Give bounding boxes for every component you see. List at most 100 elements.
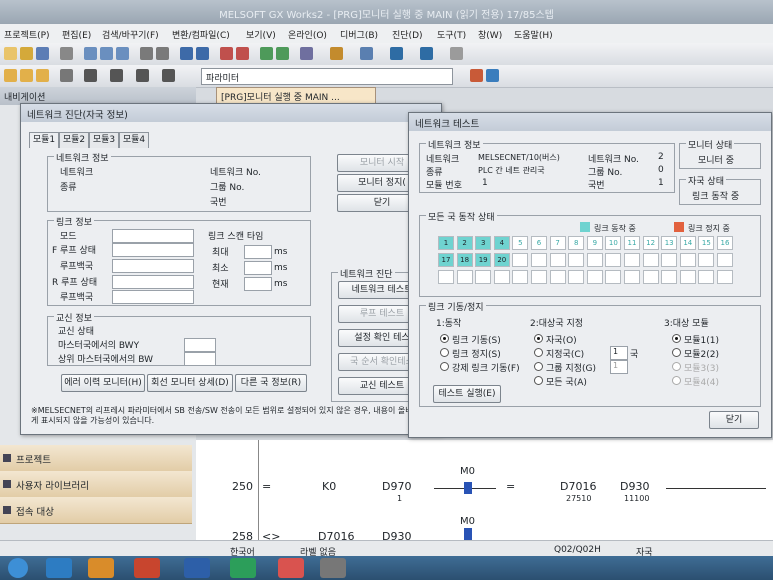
run-icon[interactable] [470, 69, 483, 82]
station-unit: 국 [630, 350, 639, 360]
menu-edit[interactable]: 편집(E) [62, 28, 91, 41]
test-close-button[interactable]: 닫기 [709, 411, 759, 429]
legend-running-label: 링크 동작 중 [594, 224, 636, 233]
menu-project[interactable]: 프로젝트(P) [4, 28, 50, 41]
ladder-operand[interactable]: K0 [322, 480, 336, 493]
toolbar-main [0, 43, 773, 66]
comment-icon[interactable] [84, 69, 97, 82]
parameter-combo[interactable]: 파라미터 [201, 68, 453, 85]
word-icon[interactable] [184, 558, 210, 578]
station-cell [679, 270, 696, 284]
window-icon[interactable] [360, 47, 373, 60]
radio-module1[interactable] [672, 334, 681, 343]
copy-icon[interactable] [100, 47, 113, 60]
tree-icon[interactable] [136, 69, 149, 82]
open-icon[interactable] [20, 47, 33, 60]
tab-prg-main[interactable]: [PRG]모니터 실행 중 MAIN ... [216, 87, 376, 104]
menu-debug[interactable]: 디버그(B) [340, 28, 378, 41]
save-icon[interactable] [36, 47, 49, 60]
radio-force-start[interactable] [440, 362, 449, 371]
ladder-contact-label[interactable]: M0 [460, 466, 475, 477]
print-icon[interactable] [60, 47, 73, 60]
radio-own-station[interactable] [534, 334, 543, 343]
menu-convert[interactable]: 변환/컴파일(C) [172, 28, 230, 41]
media-icon[interactable] [230, 558, 256, 578]
r-loop-field [112, 275, 194, 289]
cut-icon[interactable] [84, 47, 97, 60]
paste-icon[interactable] [116, 47, 129, 60]
powerpoint-icon[interactable] [134, 558, 160, 578]
ladder-contact[interactable] [464, 528, 472, 540]
menu-online[interactable]: 온라인(O) [288, 28, 327, 41]
compile-icon[interactable] [180, 47, 193, 60]
menu-help[interactable]: 도움말(H) [514, 28, 553, 41]
monitor-start-icon[interactable] [260, 47, 273, 60]
f-loop-field [112, 243, 194, 257]
radio-label: 강제 링크 기동(F) [452, 364, 520, 374]
ladder-operand[interactable]: D930 [620, 480, 649, 493]
tab-module1[interactable]: 모듈1 [29, 132, 59, 148]
error-history-button[interactable]: 에러 이력 모니터(H) [61, 374, 145, 392]
nav-item-connection[interactable]: 접속 대상 [0, 497, 192, 524]
radio-specified-station[interactable] [534, 348, 543, 357]
browser-icon[interactable] [46, 558, 72, 578]
bw-field [184, 352, 216, 366]
gxworks-icon[interactable] [278, 558, 304, 578]
menu-view[interactable]: 보기(V) [246, 28, 276, 41]
station-no-value: 1 [613, 347, 619, 356]
nav-item-project[interactable]: 프로젝트 [0, 445, 192, 472]
ladder-operand[interactable]: D970 [382, 480, 411, 493]
tab-module3[interactable]: 모듈3 [89, 132, 119, 148]
option-icon[interactable] [450, 47, 463, 60]
radio-link-start[interactable] [440, 334, 449, 343]
dev-write-icon[interactable] [420, 47, 433, 60]
ladder-line-icon[interactable] [36, 69, 49, 82]
radio-group[interactable] [534, 362, 543, 371]
menu-tool[interactable]: 도구(T) [437, 28, 466, 41]
tab-module4[interactable]: 모듈4 [119, 132, 149, 148]
monitor-stop-icon[interactable] [276, 47, 289, 60]
menu-window[interactable]: 창(W) [478, 28, 502, 41]
line-monitor-button[interactable]: 회선 모니터 상세(D) [147, 374, 233, 392]
ladder-operand[interactable]: D7016 [560, 480, 596, 493]
new-icon[interactable] [4, 47, 17, 60]
other-station-button[interactable]: 다른 국 정보(R) [235, 374, 307, 392]
file-explorer-icon[interactable] [88, 558, 114, 578]
find-icon[interactable] [196, 47, 209, 60]
label: 종류 [426, 168, 443, 178]
list-icon[interactable] [110, 69, 123, 82]
label: 현재 [212, 280, 229, 290]
radio-module2[interactable] [672, 348, 681, 357]
write-plc-icon[interactable] [220, 47, 233, 60]
legend-stopped-swatch [674, 222, 684, 232]
dev-sel-icon[interactable] [390, 47, 403, 60]
station-no-input[interactable]: 1 [610, 346, 628, 360]
start-icon[interactable] [8, 558, 28, 578]
tab-module2[interactable]: 모듈2 [59, 132, 89, 148]
ladder-contact-label[interactable]: M0 [460, 516, 475, 527]
print-preview-icon[interactable] [162, 69, 175, 82]
radio-all-stations[interactable] [534, 376, 543, 385]
zoom-icon[interactable] [60, 69, 73, 82]
group-no-input[interactable]: 1 [610, 360, 628, 374]
menu-diagnostics[interactable]: 진단(D) [392, 28, 423, 41]
radio-module3[interactable] [672, 362, 681, 371]
execute-test-button[interactable]: 테스트 실행(E) [433, 385, 501, 403]
step-icon[interactable] [486, 69, 499, 82]
ladder-contact[interactable] [464, 482, 472, 494]
undo-icon[interactable] [140, 47, 153, 60]
station-cell: 14 [679, 236, 696, 250]
radio-module4[interactable] [672, 376, 681, 385]
read-plc-icon[interactable] [236, 47, 249, 60]
ladder-coil-icon[interactable] [20, 69, 33, 82]
radio-link-stop[interactable] [440, 348, 449, 357]
ladder-contact-icon[interactable] [4, 69, 17, 82]
device-icon[interactable] [300, 47, 313, 60]
redo-icon[interactable] [156, 47, 169, 60]
nav-item-user-library[interactable]: 사용자 라이브러리 [0, 471, 192, 498]
app-icon[interactable] [320, 558, 346, 578]
label: 상위 마스터국에서의 BW [58, 355, 153, 365]
diag-link-info-group: 링크 정보 모드 F 루프 상태 루프백국 R 루프 상태 루프백국 링크 스캔… [47, 215, 311, 306]
menu-find-replace[interactable]: 검색/바꾸기(F) [102, 28, 159, 41]
diagnostics-icon[interactable] [330, 47, 343, 60]
